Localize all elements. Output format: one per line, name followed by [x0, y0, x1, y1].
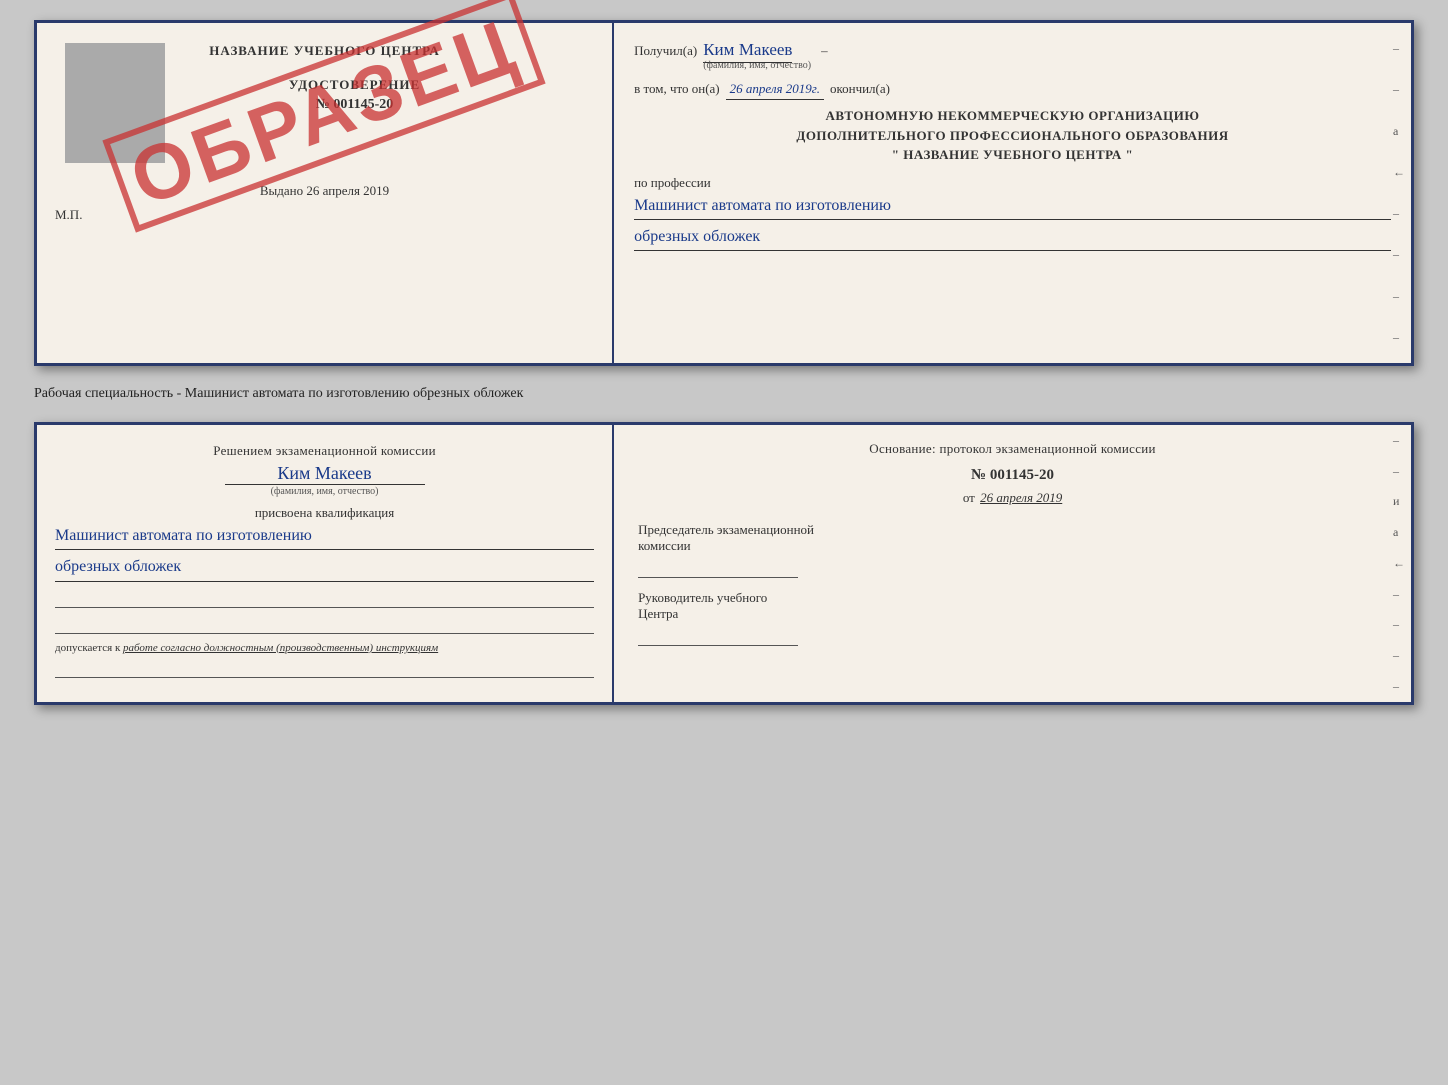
fio-label: (фамилия, имя, отчество) — [703, 60, 811, 71]
top-doc-left: НАЗВАНИЕ УЧЕБНОГО ЦЕНТРА УДОСТОВЕРЕНИЕ №… — [37, 23, 614, 363]
recipient-block: Ким Макеев (фамилия, имя, отчество) — [703, 39, 811, 71]
ot-prefix: от — [963, 490, 975, 505]
mp-label: М.П. — [55, 207, 594, 223]
side-dashes-bottom: – – и а ← – – – – — [1393, 425, 1405, 702]
side-dash-b1: – — [1393, 433, 1405, 448]
side-dash-b9: – — [1393, 679, 1405, 694]
rukovoditel-block: Руководитель учебного Центра — [638, 590, 1387, 646]
bottom-doc-left: Решением экзаменационной комиссии Ким Ма… — [37, 425, 614, 702]
side-dash-4: ← — [1393, 165, 1405, 180]
cert-inner-area: УДОСТОВЕРЕНИЕ № 001145-20 — [55, 67, 594, 123]
vtom-line: в том, что он(а) 26 апреля 2019г. окончи… — [634, 81, 1391, 100]
rukovoditel-line1: Руководитель учебного — [638, 590, 1387, 606]
top-doc-left-inner: НАЗВАНИЕ УЧЕБНОГО ЦЕНТРА УДОСТОВЕРЕНИЕ №… — [55, 43, 594, 323]
vydano-prefix: Выдано — [260, 183, 303, 198]
side-dash-b4: а — [1393, 525, 1405, 540]
side-dash-b5: ← — [1393, 556, 1405, 571]
vydano-block: Выдано 26 апреля 2019 — [55, 183, 594, 199]
blank-line-2 — [55, 614, 594, 634]
poluchil-line: Получил(а) Ким Макеев (фамилия, имя, отч… — [634, 39, 1391, 71]
poluchil-prefix: Получил(а) — [634, 43, 697, 59]
bottom-doc-right: Основание: протокол экзаменационной коми… — [614, 425, 1411, 702]
side-dash-3: а — [1393, 124, 1405, 139]
profession-line1: Машинист автомата по изготовлению — [634, 195, 1391, 220]
side-dash-b7: – — [1393, 617, 1405, 632]
side-dash-b6: – — [1393, 587, 1405, 602]
predsedatel-line1: Председатель экзаменационной — [638, 522, 1387, 538]
ot-date-value: 26 апреля 2019 — [980, 490, 1062, 505]
cert-number: № 001145-20 — [289, 97, 420, 113]
dopusk-prefix: допускается к — [55, 642, 120, 654]
top-document: НАЗВАНИЕ УЧЕБНОГО ЦЕНТРА УДОСТОВЕРЕНИЕ №… — [34, 20, 1414, 366]
dash-after-name: – — [821, 43, 828, 59]
bottom-recipient-name: Ким Макеев — [55, 463, 594, 484]
completed-date: 26 апреля 2019г. — [726, 81, 824, 100]
blank-line-1 — [55, 588, 594, 608]
predsedatel-line2: комиссии — [638, 538, 1387, 554]
caption-text: Рабочая специальность - Машинист автомат… — [34, 386, 523, 401]
side-dash-7: – — [1393, 289, 1405, 304]
prisvoyena-label: присвоена квалификация — [55, 505, 594, 521]
dopuskaetsya-text: допускается к работе согласно должностны… — [55, 642, 594, 654]
org-line1: АВТОНОМНУЮ НЕКОММЕРЧЕСКУЮ ОРГАНИЗАЦИЮ — [634, 106, 1391, 126]
okonchil-label: окончил(а) — [830, 81, 890, 97]
predsedatel-block: Председатель экзаменационной комиссии — [638, 522, 1387, 578]
side-dash-1: – — [1393, 41, 1405, 56]
bottom-document: Решением экзаменационной комиссии Ким Ма… — [34, 422, 1414, 705]
osnovanie-text: Основание: протокол экзаменационной коми… — [638, 441, 1387, 457]
vtom-prefix: в том, что он(а) — [634, 81, 720, 97]
cert-label-block: УДОСТОВЕРЕНИЕ № 001145-20 — [289, 67, 420, 123]
dopusk-italic: работе согласно должностным (производств… — [123, 642, 438, 654]
org-line3: " НАЗВАНИЕ УЧЕБНОГО ЦЕНТРА " — [634, 145, 1391, 165]
cert-label: УДОСТОВЕРЕНИЕ — [289, 77, 420, 93]
photo-placeholder — [65, 43, 165, 163]
rukovoditel-signature — [638, 622, 798, 646]
org-block: АВТОНОМНУЮ НЕКОММЕРЧЕСКУЮ ОРГАНИЗАЦИЮ ДО… — [634, 106, 1391, 165]
qual-line1: Машинист автомата по изготовлению — [55, 525, 594, 550]
protocol-number: № 001145-20 — [638, 467, 1387, 484]
org-line2: ДОПОЛНИТЕЛЬНОГО ПРОФЕССИОНАЛЬНОГО ОБРАЗО… — [634, 126, 1391, 146]
profession-line2: обрезных обложек — [634, 226, 1391, 251]
side-dash-2: – — [1393, 82, 1405, 97]
side-dash-5: – — [1393, 206, 1405, 221]
bottom-fio-label: (фамилия, имя, отчество) — [225, 484, 425, 497]
side-dashes-top: – – а ← – – – – — [1393, 23, 1405, 363]
predsedatel-signature — [638, 554, 798, 578]
side-dash-b3: и — [1393, 494, 1405, 509]
resheniem-text: Решением экзаменационной комиссии — [55, 443, 594, 459]
qual-line2: обрезных обложек — [55, 556, 594, 581]
rukovoditel-line2: Центра — [638, 606, 1387, 622]
side-dash-b8: – — [1393, 648, 1405, 663]
po-professii-label: по профессии — [634, 175, 1391, 191]
side-dash-8: – — [1393, 330, 1405, 345]
caption-line: Рабочая специальность - Машинист автомат… — [34, 384, 1414, 404]
ot-date: от 26 апреля 2019 — [638, 490, 1387, 506]
top-doc-right: Получил(а) Ким Макеев (фамилия, имя, отч… — [614, 23, 1411, 363]
side-dash-6: – — [1393, 247, 1405, 262]
blank-line-3 — [55, 658, 594, 678]
vydano-date: 26 апреля 2019 — [306, 183, 389, 198]
side-dash-b2: – — [1393, 464, 1405, 479]
